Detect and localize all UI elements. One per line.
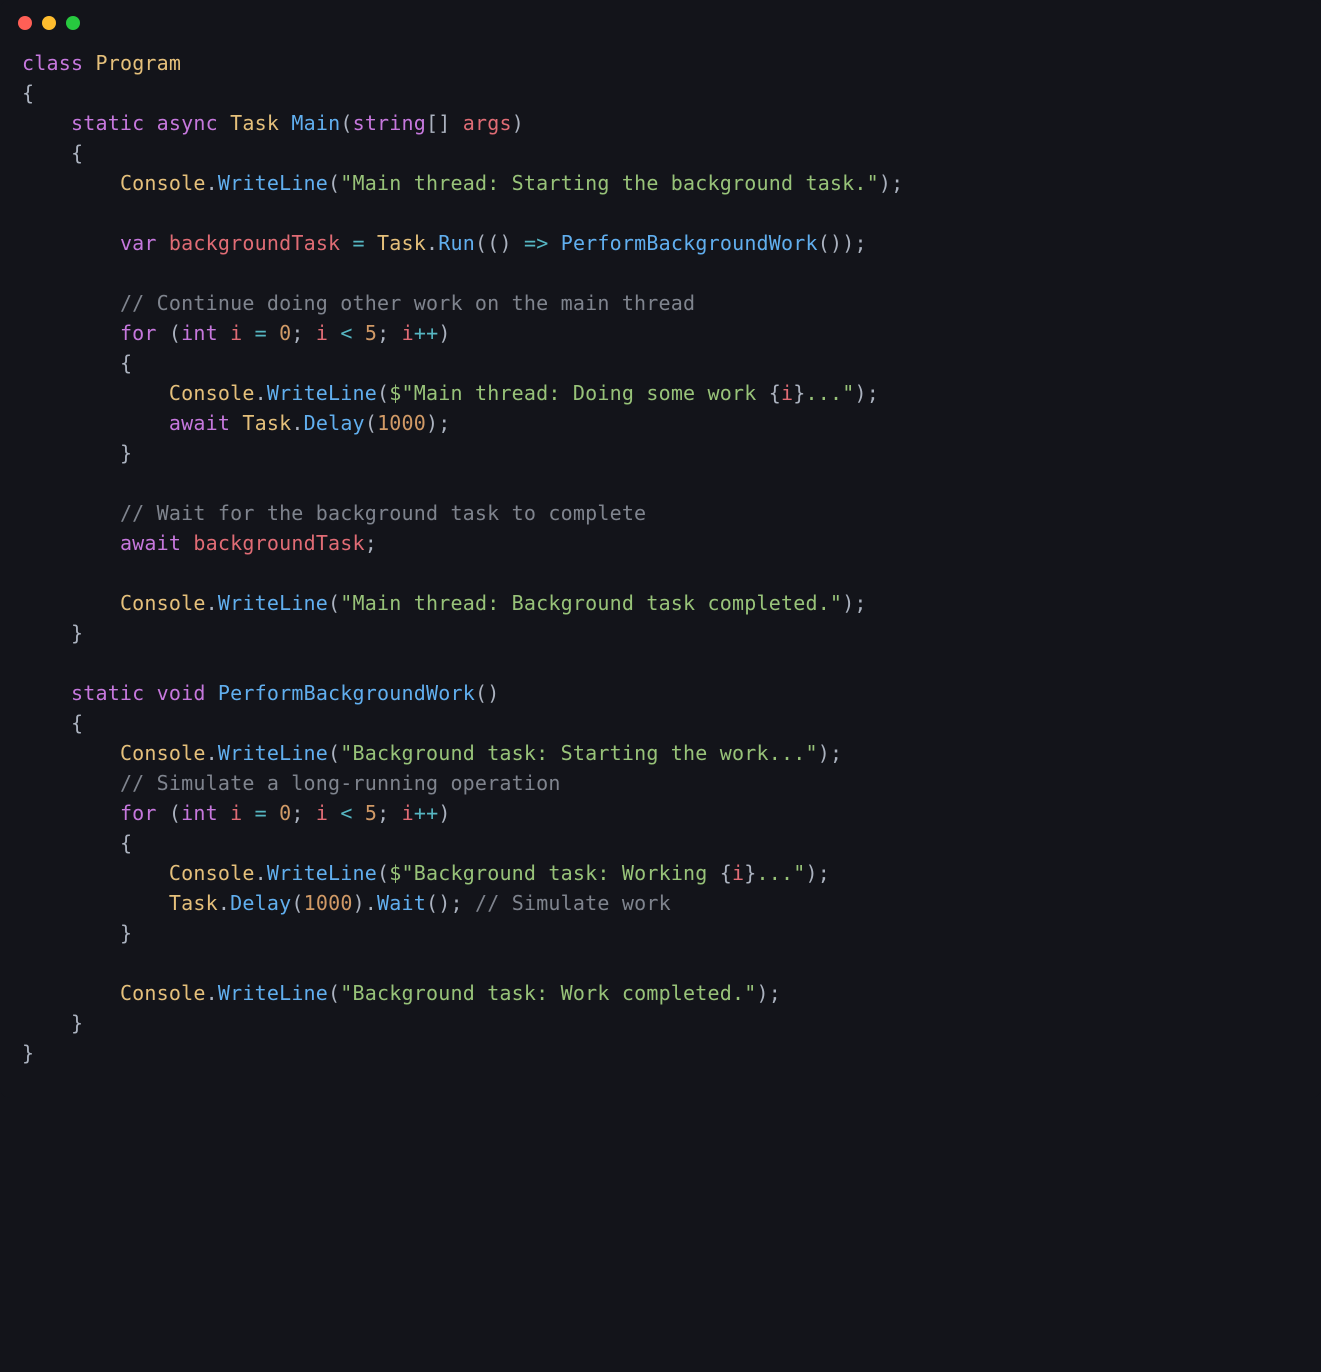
arrow-op: =>	[524, 231, 548, 255]
comment: // Simulate a long-running operation	[120, 771, 561, 795]
string-literal: "Main thread: Starting the background ta…	[340, 171, 879, 195]
close-icon[interactable]	[18, 16, 32, 30]
keyword-async: async	[157, 111, 218, 135]
method-delay: Delay	[304, 411, 365, 435]
code-editor[interactable]: class Program { static async Task Main(s…	[0, 38, 1321, 1098]
string-literal: "Main thread: Doing some work	[402, 381, 769, 405]
number-zero: 0	[279, 321, 291, 345]
comment: // Simulate work	[475, 891, 671, 915]
method-performbackgroundwork: PerformBackgroundWork	[561, 231, 818, 255]
type-console: Console	[120, 171, 206, 195]
keyword-await: await	[169, 411, 230, 435]
method-writeline: WriteLine	[218, 171, 328, 195]
interp-var: i	[781, 381, 793, 405]
titlebar	[0, 0, 1321, 38]
type-program: Program	[95, 51, 181, 75]
comment: // Continue doing other work on the main…	[120, 291, 695, 315]
method-wait: Wait	[377, 891, 426, 915]
string-literal: "Background task: Working	[402, 861, 720, 885]
var-args: args	[463, 111, 512, 135]
string-literal: "Main thread: Background task completed.…	[340, 591, 842, 615]
method-performbackgroundwork: PerformBackgroundWork	[218, 681, 475, 705]
minimize-icon[interactable]	[42, 16, 56, 30]
var-i: i	[230, 321, 242, 345]
number-five: 5	[365, 321, 377, 345]
string-literal: "Background task: Starting the work..."	[340, 741, 817, 765]
string-literal: "Background task: Work completed."	[340, 981, 756, 1005]
method-main: Main	[291, 111, 340, 135]
keyword-for: for	[120, 321, 157, 345]
var-backgroundtask: backgroundTask	[169, 231, 340, 255]
brace: {	[22, 81, 34, 105]
keyword-void: void	[157, 681, 206, 705]
keyword-var: var	[120, 231, 157, 255]
comment: // Wait for the background task to compl…	[120, 501, 646, 525]
method-run: Run	[438, 231, 475, 255]
keyword-int: int	[181, 321, 218, 345]
keyword-static: static	[71, 111, 144, 135]
zoom-icon[interactable]	[66, 16, 80, 30]
type-task: Task	[230, 111, 279, 135]
keyword-class: class	[22, 51, 83, 75]
number-thousand: 1000	[377, 411, 426, 435]
code-window: class Program { static async Task Main(s…	[0, 0, 1321, 1098]
keyword-string: string	[353, 111, 426, 135]
